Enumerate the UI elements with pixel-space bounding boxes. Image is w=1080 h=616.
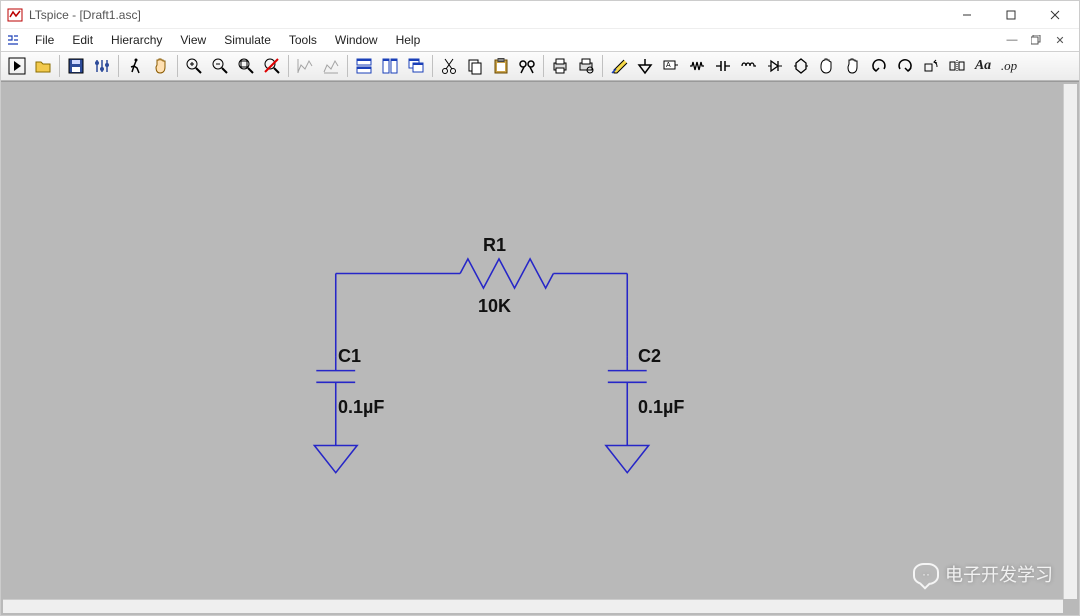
open-icon[interactable] (31, 54, 55, 78)
label-icon[interactable]: A (659, 54, 683, 78)
copy-icon[interactable] (463, 54, 487, 78)
r1-name-label[interactable]: R1 (483, 235, 506, 256)
schematic-canvas[interactable]: R1 10K C1 0.1µF C2 0.1µF ·· 电子开发学习 (3, 84, 1063, 599)
capacitor-icon[interactable] (711, 54, 735, 78)
app-window: LTspice - [Draft1.asc] File Edit Hierarc… (0, 0, 1080, 616)
menu-tools[interactable]: Tools (281, 31, 325, 49)
separator (288, 55, 289, 77)
cut-icon[interactable] (437, 54, 461, 78)
menu-simulate[interactable]: Simulate (216, 31, 279, 49)
spice-directive-icon[interactable]: .op (997, 54, 1021, 78)
mdi-close-button[interactable]: ✕ (1051, 32, 1069, 48)
ground-icon[interactable] (633, 54, 657, 78)
zoom-in-icon[interactable] (182, 54, 206, 78)
component-icon[interactable] (789, 54, 813, 78)
separator (177, 55, 178, 77)
watermark: ·· 电子开发学习 (913, 561, 1053, 587)
menu-edit[interactable]: Edit (64, 31, 101, 49)
menu-window[interactable]: Window (327, 31, 386, 49)
inductor-icon[interactable] (737, 54, 761, 78)
separator (602, 55, 603, 77)
tile-vertical-icon[interactable] (378, 54, 402, 78)
drag-icon[interactable] (841, 54, 865, 78)
zoom-fit-icon[interactable] (234, 54, 258, 78)
tile-horizontal-icon[interactable] (352, 54, 376, 78)
menu-view[interactable]: View (172, 31, 214, 49)
close-button[interactable] (1033, 2, 1077, 28)
c2-value-label[interactable]: 0.1µF (638, 397, 684, 418)
svg-text:A: A (666, 62, 671, 69)
zoom-off-icon[interactable] (260, 54, 284, 78)
zoom-out-icon[interactable] (208, 54, 232, 78)
menu-bar: File Edit Hierarchy View Simulate Tools … (1, 29, 1079, 51)
maximize-button[interactable] (989, 2, 1033, 28)
r1-value-label[interactable]: 10K (478, 296, 511, 317)
redo-icon[interactable] (893, 54, 917, 78)
c2-name-label[interactable]: C2 (638, 346, 661, 367)
separator (347, 55, 348, 77)
print-setup-icon[interactable] (574, 54, 598, 78)
save-icon[interactable] (64, 54, 88, 78)
diode-icon[interactable] (763, 54, 787, 78)
separator (543, 55, 544, 77)
mdi-controls: — ✕ (1003, 32, 1075, 48)
control-panel-icon[interactable] (90, 54, 114, 78)
document-icon (5, 32, 21, 48)
pan-icon[interactable] (149, 54, 173, 78)
menu-file[interactable]: File (27, 31, 62, 49)
window-title: LTspice - [Draft1.asc] (29, 8, 141, 22)
separator (432, 55, 433, 77)
cascade-icon[interactable] (404, 54, 428, 78)
run-icon[interactable] (5, 54, 29, 78)
move-icon[interactable] (815, 54, 839, 78)
autorange-y-icon[interactable] (293, 54, 317, 78)
c1-name-label[interactable]: C1 (338, 346, 361, 367)
app-icon (7, 7, 23, 23)
mdi-minimize-button[interactable]: — (1003, 32, 1021, 48)
running-man-icon[interactable] (123, 54, 147, 78)
rotate-icon[interactable] (919, 54, 943, 78)
title-bar: LTspice - [Draft1.asc] (1, 1, 1079, 29)
wechat-icon: ·· (913, 563, 939, 585)
text-icon[interactable]: Aa (971, 54, 995, 78)
minimize-button[interactable] (945, 2, 989, 28)
wire-icon[interactable] (607, 54, 631, 78)
undo-icon[interactable] (867, 54, 891, 78)
resistor-icon[interactable] (685, 54, 709, 78)
menu-help[interactable]: Help (388, 31, 429, 49)
separator (59, 55, 60, 77)
print-icon[interactable] (548, 54, 572, 78)
paste-icon[interactable] (489, 54, 513, 78)
find-icon[interactable] (515, 54, 539, 78)
mdi-restore-button[interactable] (1027, 32, 1045, 48)
mirror-icon[interactable] (945, 54, 969, 78)
window-controls (945, 2, 1077, 28)
autorange-x-icon[interactable] (319, 54, 343, 78)
c1-value-label[interactable]: 0.1µF (338, 397, 384, 418)
toolbar: A Aa .op (1, 51, 1079, 81)
separator (118, 55, 119, 77)
schematic-drawing (3, 84, 1063, 599)
vertical-scrollbar[interactable] (1063, 84, 1077, 599)
schematic-workspace: R1 10K C1 0.1µF C2 0.1µF ·· 电子开发学习 (1, 81, 1079, 615)
watermark-text: 电子开发学习 (945, 561, 1053, 587)
menu-hierarchy[interactable]: Hierarchy (103, 31, 170, 49)
horizontal-scrollbar[interactable] (3, 599, 1063, 613)
